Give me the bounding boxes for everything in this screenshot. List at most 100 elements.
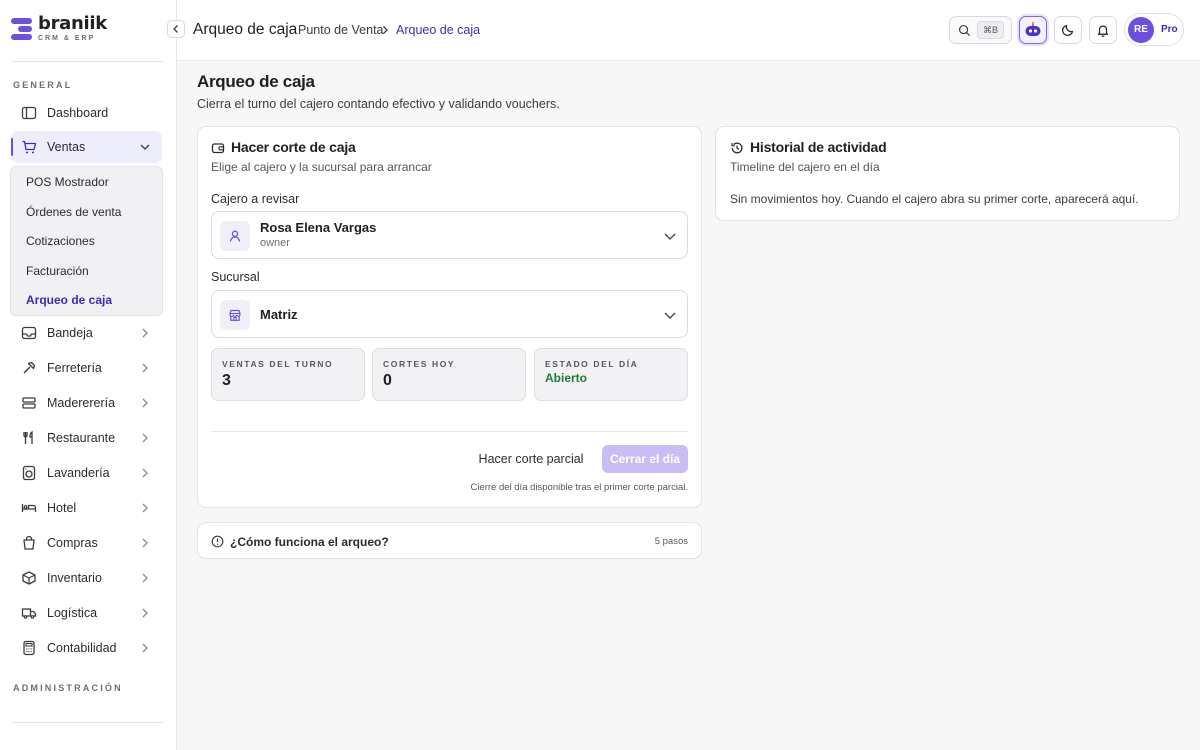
- branch-name: Matriz: [260, 307, 298, 322]
- user-menu[interactable]: RE Pro: [1124, 13, 1184, 46]
- stat-value: 3: [222, 372, 231, 389]
- calculator-icon: [20, 639, 38, 657]
- moon-icon: [1061, 24, 1074, 37]
- cashier-name: Rosa Elena Vargas: [260, 220, 377, 235]
- sidebar-item-dashboard[interactable]: Dashboard: [11, 97, 162, 129]
- sidebar-item-label: Compras: [47, 536, 98, 550]
- logo-mark-icon: [11, 17, 32, 40]
- historial-card: Historial de actividad Timeline del caje…: [715, 126, 1180, 221]
- sidebar-item-label: Madererería: [47, 396, 116, 410]
- sidebar-item-ferreteria[interactable]: Ferretería: [11, 352, 162, 384]
- store-icon: [220, 300, 250, 330]
- sidebar-item-ventas[interactable]: Ventas: [11, 131, 162, 163]
- box-icon: [20, 569, 38, 587]
- sidebar-item-logistica[interactable]: Logística: [11, 597, 162, 629]
- brand-tagline: CRM & ERP: [38, 35, 96, 42]
- submenu-item-arqueo[interactable]: Arqueo de caja: [26, 293, 112, 307]
- status-badge: Abierto: [545, 371, 587, 385]
- chevron-right-icon: [138, 641, 152, 655]
- breadcrumb-arqueo[interactable]: Arqueo de caja: [396, 23, 480, 37]
- stat-label: CORTES HOY: [383, 359, 456, 369]
- plan-badge: Pro: [1161, 24, 1178, 35]
- brand-name: braniik: [38, 13, 107, 34]
- sidebar-item-label: Restaurante: [47, 431, 116, 445]
- submenu-item-cotizaciones[interactable]: Cotizaciones: [26, 234, 95, 248]
- bag-icon: [20, 534, 38, 552]
- sidebar-item-label: Inventario: [47, 571, 102, 585]
- chevron-right-icon: [138, 431, 152, 445]
- historial-empty-state: Sin movimientos hoy. Cuando el cajero ab…: [730, 192, 1139, 206]
- sidebar-item-label: Ventas: [47, 140, 86, 154]
- truck-icon: [20, 604, 38, 622]
- sidebar-item-hotel[interactable]: Hotel: [11, 492, 162, 524]
- layout-icon: [20, 104, 38, 122]
- ventas-submenu: POS Mostrador Órdenes de venta Cotizacio…: [10, 166, 163, 316]
- help-question: ¿Cómo funciona el arqueo?: [230, 535, 389, 549]
- sidebar-item-lavanderia[interactable]: Lavandería: [11, 457, 162, 489]
- sidebar-item-contabilidad[interactable]: Contabilidad: [11, 632, 162, 664]
- cashier-label: Cajero a revisar: [211, 192, 300, 206]
- chevron-right-icon: [138, 326, 152, 340]
- cashier-select[interactable]: Rosa Elena Vargas owner: [211, 211, 688, 259]
- sidebar-item-maderereria[interactable]: Madererería: [11, 387, 162, 419]
- search-icon: [958, 24, 971, 36]
- sidebar-item-label: Ferretería: [47, 361, 102, 375]
- branch-select[interactable]: Matriz: [211, 290, 688, 338]
- chevron-left-icon: [173, 25, 178, 33]
- sidebar: braniik CRM & ERP GENERAL Dashboard Vent…: [0, 0, 177, 750]
- chevron-right-icon: [138, 606, 152, 620]
- branch-label: Sucursal: [211, 270, 260, 284]
- close-day-button[interactable]: Cerrar el día: [602, 445, 688, 473]
- stat-label: VENTAS DEL TURNO: [222, 359, 334, 369]
- hammer-icon: [20, 359, 38, 377]
- top-bar: Arqueo de caja Punto de Venta Arqueo de …: [167, 0, 1200, 61]
- ai-assistant-button[interactable]: [1019, 16, 1047, 44]
- stat-value: 0: [383, 372, 392, 389]
- search-button[interactable]: ⌘B: [949, 16, 1012, 44]
- sidebar-item-label: Hotel: [47, 501, 77, 515]
- sidebar-item-inventario[interactable]: Inventario: [11, 562, 162, 594]
- chevron-right-icon: [138, 361, 152, 375]
- brand-logo[interactable]: braniik CRM & ERP: [11, 15, 107, 42]
- sidebar-item-restaurante[interactable]: Restaurante: [11, 422, 162, 454]
- help-accordion[interactable]: ¿Cómo funciona el arqueo? 5 pasos: [197, 522, 702, 559]
- chevron-right-icon: [138, 536, 152, 550]
- historial-subtitle: Timeline del cajero en el día: [730, 160, 880, 174]
- avatar: RE: [1128, 16, 1154, 43]
- bed-icon: [20, 499, 38, 517]
- search-shortcut: ⌘B: [977, 21, 1005, 39]
- sidebar-item-label: Lavandería: [47, 466, 110, 480]
- utensils-icon: [20, 429, 38, 447]
- sidebar-divider: [12, 722, 163, 723]
- info-icon: [211, 535, 224, 548]
- stat-label: ESTADO DEL DÍA: [545, 359, 639, 369]
- sidebar-item-compras[interactable]: Compras: [11, 527, 162, 559]
- sidebar-item-label: Contabilidad: [47, 641, 117, 655]
- submenu-item-facturacion[interactable]: Facturación: [26, 264, 89, 278]
- corte-card: Hacer corte de caja Elige al cajero y la…: [197, 126, 702, 508]
- history-icon: [731, 142, 743, 154]
- bell-icon: [1097, 25, 1109, 37]
- submenu-item-pos[interactable]: POS Mostrador: [26, 175, 109, 189]
- chevron-right-icon: [138, 571, 152, 585]
- submenu-item-ordenes[interactable]: Órdenes de venta: [26, 205, 121, 219]
- card-divider: [211, 431, 688, 432]
- sidebar-item-label: Dashboard: [47, 106, 109, 120]
- user-icon: [220, 221, 250, 251]
- help-steps-count: 5 pasos: [654, 536, 688, 547]
- page-title: Arqueo de caja: [197, 72, 315, 91]
- top-title: Arqueo de caja: [193, 21, 298, 38]
- breadcrumb-punto-de-venta[interactable]: Punto de Venta: [298, 23, 384, 37]
- sidebar-item-bandeja[interactable]: Bandeja: [11, 317, 162, 349]
- partial-cut-button[interactable]: Hacer corte parcial: [475, 445, 587, 473]
- theme-toggle-button[interactable]: [1054, 16, 1082, 44]
- wood-icon: [20, 394, 38, 412]
- notifications-button[interactable]: [1089, 16, 1117, 44]
- corte-subtitle: Elige al cajero y la sucursal para arran…: [211, 160, 432, 174]
- collapse-sidebar-button[interactable]: [167, 20, 185, 38]
- section-label-general: GENERAL: [13, 80, 73, 90]
- cashier-role: owner: [260, 237, 290, 249]
- stat-ventas-turno: VENTAS DEL TURNO 3: [211, 348, 365, 401]
- chevron-down-icon: [138, 140, 152, 154]
- robot-icon: [1025, 21, 1041, 36]
